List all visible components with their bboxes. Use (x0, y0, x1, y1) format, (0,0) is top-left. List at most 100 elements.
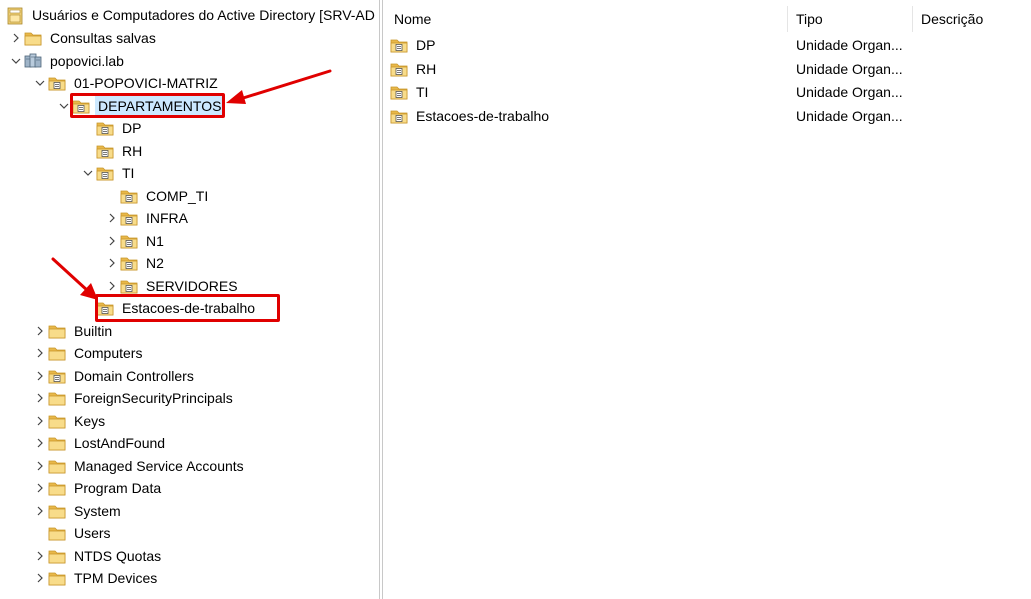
column-header-description[interactable]: Descrição (921, 8, 983, 30)
ou-icon (390, 61, 408, 77)
list-item[interactable]: RH Unidade Organ... (390, 58, 1020, 80)
folder-icon (48, 323, 66, 339)
tree-item-system[interactable]: System (32, 500, 121, 522)
annotation-arrow-icon (226, 69, 332, 104)
list-item[interactable]: TI Unidade Organ... (390, 81, 1020, 103)
folder-icon (48, 525, 66, 541)
list-item-type: Unidade Organ... (796, 60, 903, 77)
list-item[interactable]: Estacoes-de-trabalho Unidade Organ... (390, 105, 1020, 127)
tree-item-ti[interactable]: TI (80, 162, 134, 184)
no-expander (80, 140, 96, 162)
tree-item-consultas[interactable]: Consultas salvas (8, 27, 156, 49)
folder-icon (48, 548, 66, 564)
folder-icon (48, 413, 66, 429)
folder-icon (48, 503, 66, 519)
tree-root-item[interactable]: Usuários e Computadores do Active Direct… (6, 4, 375, 26)
tree-item-comp_ti[interactable]: COMP_TI (104, 185, 208, 207)
chevron-right-icon[interactable] (32, 365, 48, 387)
list-item[interactable]: DP Unidade Organ... (390, 34, 1020, 56)
ou-icon (390, 37, 408, 53)
chevron-right-icon[interactable] (32, 387, 48, 409)
domain-icon (24, 53, 42, 69)
ou-icon (96, 143, 114, 159)
tree-item-label: Keys (74, 412, 106, 429)
highlight-box-estacoes (95, 294, 280, 322)
chevron-right-icon[interactable] (8, 27, 24, 49)
tree-item-computers[interactable]: Computers (32, 342, 142, 364)
chevron-down-icon[interactable] (32, 72, 48, 94)
tree-item-dcs[interactable]: Domain Controllers (32, 365, 194, 387)
ou-icon (390, 84, 408, 100)
column-header-name[interactable]: Nome (394, 8, 431, 30)
tree-item-programdata[interactable]: Program Data (32, 477, 161, 499)
tree-item-users[interactable]: Users (32, 522, 111, 544)
ou-icon (120, 188, 138, 204)
chevron-right-icon[interactable] (32, 477, 48, 499)
pane-splitter[interactable] (379, 0, 383, 599)
chevron-right-icon[interactable] (32, 500, 48, 522)
tree-item-lostfound[interactable]: LostAndFound (32, 432, 165, 454)
tree-item-ntds[interactable]: NTDS Quotas (32, 545, 161, 567)
ou-icon (96, 165, 114, 181)
tree-item-label: System (74, 502, 121, 519)
list-item-type: Unidade Organ... (796, 84, 903, 100)
tree-item-label: Managed Service Accounts (74, 457, 244, 474)
tree-item-label: Program Data (74, 480, 162, 496)
chevron-right-icon[interactable] (32, 432, 48, 454)
tree-item-label: ForeignSecurityPrincipals (74, 390, 233, 406)
ou-icon (120, 233, 138, 249)
tree-item-label: Builtin (74, 322, 113, 339)
folder-icon (48, 570, 66, 586)
tree-item-msa[interactable]: Managed Service Accounts (32, 455, 244, 477)
tree-item-label: popovici.lab (50, 52, 124, 69)
tree-item-label: NTDS Quotas (74, 547, 162, 564)
no-expander (80, 117, 96, 139)
tree-item-label: Computers (74, 345, 143, 361)
tree-item-label: LostAndFound (74, 435, 166, 451)
chevron-right-icon[interactable] (32, 320, 48, 342)
tree-item-n1[interactable]: N1 (104, 230, 164, 252)
tree-item-label: INFRA (146, 210, 188, 226)
ou-icon (120, 255, 138, 271)
list-item-name: TI (416, 84, 429, 100)
column-header-type[interactable]: Tipo (796, 8, 823, 30)
list-item-name: DP (416, 37, 436, 53)
folder-icon (48, 435, 66, 451)
tree-item-domain[interactable]: popovici.lab (8, 50, 124, 72)
chevron-right-icon[interactable] (104, 252, 120, 274)
tree-item-rh[interactable]: RH (80, 140, 142, 162)
tree-item-label: Consultas salvas (50, 30, 156, 46)
tree-item-label: Domain Controllers (74, 367, 194, 384)
tree-item-matriz[interactable]: 01-POPOVICI-MATRIZ (32, 72, 218, 94)
column-divider[interactable] (912, 6, 913, 32)
chevron-right-icon[interactable] (32, 410, 48, 432)
list-item-name: Estacoes-de-trabalho (416, 107, 550, 124)
ou-icon (120, 210, 138, 226)
annotation-arrow-icon (51, 257, 98, 300)
chevron-right-icon[interactable] (32, 455, 48, 477)
column-divider[interactable] (787, 6, 788, 32)
tree-item-label: COMP_TI (146, 187, 209, 204)
chevron-right-icon[interactable] (32, 342, 48, 364)
chevron-right-icon[interactable] (32, 545, 48, 567)
tree-item-fsp[interactable]: ForeignSecurityPrincipals (32, 387, 233, 409)
list-item-name: RH (416, 60, 437, 77)
no-expander (104, 185, 120, 207)
details-pane[interactable]: Nome Tipo Descrição DP Unidade Organ... RH… (384, 0, 1031, 599)
ad-console-icon (6, 7, 24, 25)
chevron-down-icon[interactable] (80, 162, 96, 184)
tree-item-builtin[interactable]: Builtin (32, 320, 112, 342)
tree-item-dp[interactable]: DP (80, 117, 141, 139)
tree-item-label: N2 (146, 255, 164, 271)
folder-icon (48, 345, 66, 361)
chevron-right-icon[interactable] (104, 230, 120, 252)
chevron-right-icon[interactable] (104, 207, 120, 229)
tree-item-infra[interactable]: INFRA (104, 207, 188, 229)
tree-item-keys[interactable]: Keys (32, 410, 105, 432)
chevron-right-icon[interactable] (32, 567, 48, 589)
folder-icon (48, 458, 66, 474)
chevron-down-icon[interactable] (8, 50, 24, 72)
ou-icon (48, 368, 66, 384)
tree-item-n2[interactable]: N2 (104, 252, 164, 274)
tree-item-tpm[interactable]: TPM Devices (32, 567, 157, 589)
